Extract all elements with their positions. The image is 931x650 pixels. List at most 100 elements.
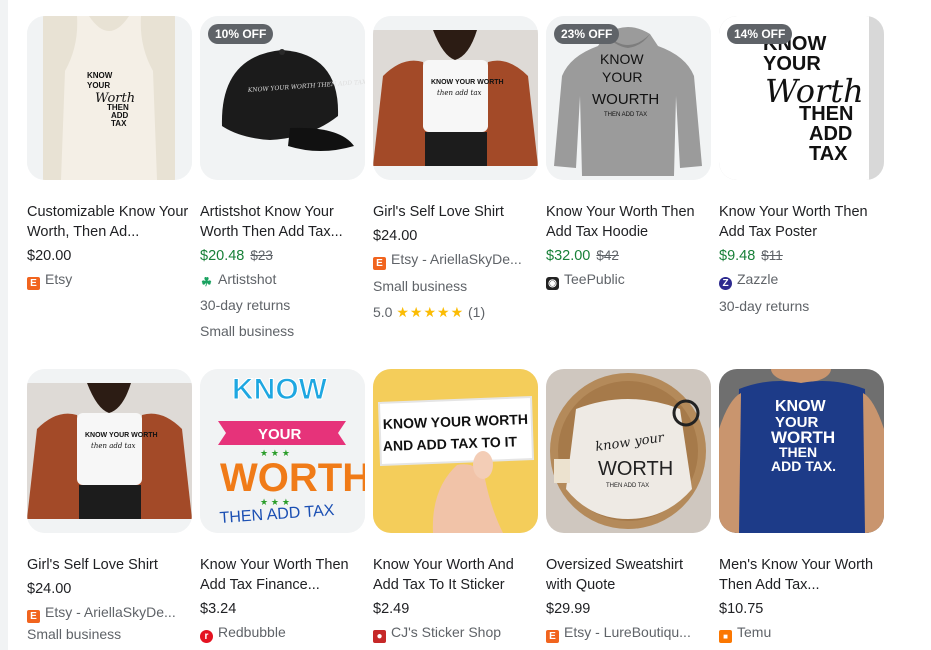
shirt-model-image: KNOW YOUR WORTH then add tax [373, 16, 538, 180]
svg-text:WOURTH: WOURTH [592, 91, 659, 108]
product-image[interactable]: KNOW YOUR WORTH then add tax [373, 16, 538, 180]
product-title[interactable]: Artistshot Know Your Worth Then Add Tax.… [200, 202, 365, 242]
product-card[interactable]: KNOW YOUR WORTH then add tax Girl's Self… [373, 16, 538, 322]
product-title[interactable]: Know Your Worth Then Add Tax Hoodie [546, 202, 711, 242]
temu-icon: ■ [719, 630, 732, 643]
merchant-name: TeePublic [564, 271, 625, 287]
product-card[interactable]: KNOW YOUR WOURTH THEN ADD TAX 23% OFF Kn… [546, 16, 711, 290]
svg-text:YOUR: YOUR [87, 81, 110, 90]
svg-text:KNOW YOUR WORTH: KNOW YOUR WORTH [85, 432, 158, 439]
svg-text:KNOW: KNOW [87, 71, 113, 80]
product-image[interactable]: KNOW YOUR WORTH THEN ADD TAX 10% OFF [200, 16, 365, 180]
product-image[interactable]: KNOW YOUR WORTH then add tax [27, 369, 192, 533]
merchant-name: Etsy [45, 271, 73, 287]
merchant-name: Etsy - LureBoutiqu... [564, 624, 691, 640]
product-title[interactable]: Oversized Sweatshirt with Quote [546, 555, 711, 595]
shirt-model-image: KNOW YOUR WORTH then add tax [27, 369, 192, 533]
price: $10.75 [719, 601, 764, 617]
merchant: ◉ TeePublic [546, 269, 711, 290]
product-card[interactable]: KNOW YOUR WORTH THEN ADD TAX. Men's Know… [719, 369, 884, 643]
price-row: $24.00 [373, 226, 538, 246]
product-card[interactable]: KNOW YOUR ★ ★ ★ WORTH ★ ★ ★ THEN ADD TAX… [200, 369, 365, 643]
merchant: ☘ Artistshot [200, 269, 365, 289]
product-title[interactable]: Customizable Know Your Worth, Then Ad... [27, 202, 192, 242]
price: $20.00 [27, 248, 72, 264]
sale-price: $20.48 [200, 248, 245, 264]
original-price: $23 [250, 248, 273, 263]
small-business-label: Small business [27, 626, 122, 642]
merchant-name: Etsy - AriellaSkyDe... [391, 251, 522, 267]
product-card[interactable]: KNOW YOUR WORTH THEN ADD TAX 10% OFF Art… [200, 16, 365, 341]
sale-price: $9.48 [719, 248, 756, 264]
svg-text:KNOW: KNOW [600, 51, 644, 67]
page-left-edge [0, 0, 8, 650]
product-image[interactable]: KNOW YOUR Worth THEN ADD TAX [27, 16, 192, 180]
price-row: $24.00 [27, 579, 192, 599]
price-row: $20.48 $23 [200, 246, 365, 266]
svg-text:KNOW YOUR WORTH: KNOW YOUR WORTH [431, 79, 504, 86]
returns-label: 30-day returns [719, 298, 810, 314]
etsy-icon: E [27, 277, 40, 290]
original-price: $11 [761, 248, 783, 263]
product-card[interactable]: KNOW YOUR Worth THEN ADD TAX Customizabl… [27, 16, 192, 290]
product-image[interactable]: KNOW YOUR WOURTH THEN ADD TAX 23% OFF [546, 16, 711, 180]
svg-text:TAX: TAX [809, 143, 848, 165]
merchant: ● CJ's Sticker Shop [373, 622, 538, 643]
merchant: ■ Temu [719, 622, 884, 643]
price-row: $3.24 [200, 599, 365, 619]
star-icons: ★★★★★ [396, 304, 465, 320]
tshirt-model-image: KNOW YOUR WORTH THEN ADD TAX. [719, 369, 884, 533]
discount-badge: 23% OFF [554, 24, 620, 44]
small-business-label: Small business [373, 278, 468, 294]
svg-text:THEN ADD TAX: THEN ADD TAX [604, 112, 647, 118]
merchant: E Etsy - AriellaSkyDe... [373, 249, 538, 270]
price-row: $2.49 [373, 599, 538, 619]
svg-text:YOUR: YOUR [258, 426, 302, 443]
tank-top-image: KNOW YOUR Worth THEN ADD TAX [27, 16, 192, 180]
rating: 5.0 ★★★★★ (1) [373, 302, 538, 322]
product-title[interactable]: Girl's Self Love Shirt [373, 202, 538, 222]
product-image[interactable]: know your WORTH THEN ADD TAX [546, 369, 711, 533]
product-title[interactable]: Know Your Worth Then Add Tax Finance... [200, 555, 365, 595]
product-image[interactable]: KNOW YOUR ★ ★ ★ WORTH ★ ★ ★ THEN ADD TAX [200, 369, 365, 533]
product-card[interactable]: know your WORTH THEN ADD TAX Oversized S… [546, 369, 711, 643]
review-count: (1) [468, 304, 486, 320]
product-image[interactable]: KNOW YOUR Worth THEN ADD TAX 14% OFF [719, 16, 884, 180]
product-card[interactable]: KNOW YOUR WORTH AND ADD TAX TO IT Know Y… [373, 369, 538, 643]
merchant-name: CJ's Sticker Shop [391, 624, 502, 640]
merchant-name: Temu [737, 624, 772, 640]
product-title[interactable]: Men's Know Your Worth Then Add Tax... [719, 555, 884, 595]
svg-text:ADD: ADD [809, 123, 852, 145]
merchant: r Redbubble [200, 622, 365, 643]
price-row: $29.99 [546, 599, 711, 619]
etsy-icon: E [373, 257, 386, 270]
price: $29.99 [546, 601, 591, 617]
product-card[interactable]: KNOW YOUR Worth THEN ADD TAX 14% OFF Kno… [719, 16, 884, 316]
merchant-name: Redbubble [218, 624, 286, 640]
product-image[interactable]: KNOW YOUR WORTH AND ADD TAX TO IT [373, 369, 538, 533]
merchant: E Etsy [27, 269, 192, 290]
product-title[interactable]: Know Your Worth And Add Tax To It Sticke… [373, 555, 538, 595]
product-title[interactable]: Know Your Worth Then Add Tax Poster [719, 202, 884, 242]
zazzle-icon: Z [719, 277, 732, 290]
price: $24.00 [27, 581, 72, 597]
svg-text:YOUR: YOUR [602, 69, 642, 85]
product-image[interactable]: KNOW YOUR WORTH THEN ADD TAX. [719, 369, 884, 533]
original-price: $42 [596, 248, 619, 263]
svg-text:TAX: TAX [111, 119, 127, 128]
small-business-label: Small business [200, 323, 295, 339]
price-row: $9.48 $11 [719, 246, 884, 266]
rating-value: 5.0 [373, 304, 393, 320]
discount-badge: 14% OFF [727, 24, 793, 44]
merchant: E Etsy - LureBoutiqu... [546, 622, 711, 643]
svg-text:THEN: THEN [799, 103, 853, 125]
merchant: E Etsy - AriellaSkyDe... [27, 602, 192, 623]
redbubble-icon: r [200, 630, 213, 643]
sale-price: $32.00 [546, 248, 591, 264]
sticker-image: KNOW YOUR ★ ★ ★ WORTH ★ ★ ★ THEN ADD TAX [200, 369, 365, 533]
discount-badge: 10% OFF [208, 24, 274, 44]
returns-label: 30-day returns [200, 297, 291, 313]
product-card[interactable]: KNOW YOUR WORTH then add tax Girl's Self… [27, 369, 192, 644]
etsy-icon: E [27, 610, 40, 623]
product-title[interactable]: Girl's Self Love Shirt [27, 555, 192, 575]
